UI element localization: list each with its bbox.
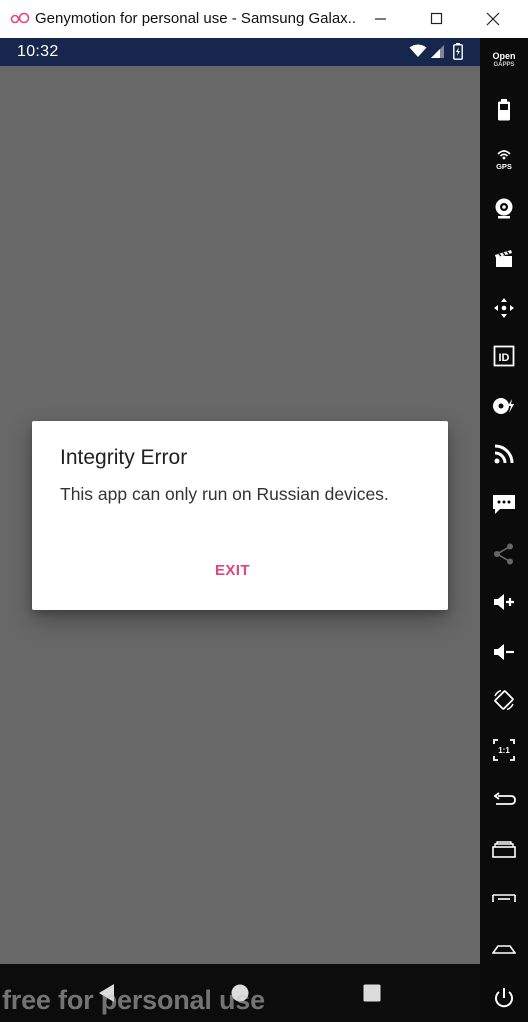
battery-tool-button[interactable] — [480, 90, 528, 130]
rss-icon — [494, 444, 514, 464]
close-button[interactable] — [466, 0, 522, 38]
rotate-icon — [494, 689, 514, 711]
rotate-button[interactable] — [480, 680, 528, 720]
watermark-text: free for personal use — [2, 985, 265, 1015]
battery-icon — [453, 43, 463, 60]
signal-icon — [431, 45, 444, 58]
maximize-button[interactable] — [410, 0, 466, 38]
home-tool-icon — [492, 945, 516, 954]
open-gapps-bottom-label: GAPPS — [493, 62, 515, 68]
android-home-button[interactable] — [480, 930, 528, 970]
device-id-button[interactable]: ID — [480, 336, 528, 376]
network-button[interactable] — [480, 434, 528, 474]
exit-button[interactable]: EXIT — [215, 562, 250, 579]
screencast-button[interactable] — [480, 238, 528, 278]
volume-down-button[interactable] — [480, 632, 528, 672]
move-arrows-icon — [494, 298, 514, 318]
sms-button[interactable] — [480, 484, 528, 524]
id-label: ID — [499, 352, 510, 364]
android-back-button[interactable] — [480, 780, 528, 820]
minimize-button[interactable] — [354, 0, 410, 38]
genymotion-logo-icon — [10, 12, 30, 24]
wifi-icon — [409, 44, 427, 57]
menu-icon — [492, 894, 516, 902]
maximize-icon — [430, 12, 443, 25]
pixel-perfect-button[interactable]: 1:1 — [480, 730, 528, 770]
recent-apps-button[interactable] — [480, 830, 528, 870]
webcam-icon — [495, 198, 513, 219]
status-bar: 10:32 — [0, 38, 480, 66]
gps-label: GPS — [496, 162, 512, 170]
integrity-error-dialog: Integrity Error This app can only run on… — [32, 421, 448, 610]
device-screen[interactable]: 10:32 Integrity Error This app can only … — [0, 38, 480, 1022]
webcam-button[interactable] — [480, 188, 528, 228]
status-time: 10:32 — [17, 43, 59, 60]
genymotion-toolbar: Open GAPPS GPS ID 1:1 — [480, 38, 528, 1022]
move-dpad-button[interactable] — [480, 288, 528, 328]
disk-io-button[interactable] — [480, 386, 528, 426]
volume-up-button[interactable] — [480, 582, 528, 622]
recent-apps-icon[interactable] — [363, 984, 381, 1002]
power-icon — [495, 988, 513, 1008]
window-titlebar: Genymotion for personal use - Samsung Ga… — [0, 0, 528, 39]
clapperboard-icon — [495, 250, 512, 267]
gps-icon: GPS — [496, 150, 512, 170]
gps-button[interactable]: GPS — [480, 138, 528, 178]
dialog-title: Integrity Error — [60, 446, 188, 469]
volume-up-icon — [494, 594, 514, 610]
battery-tool-icon — [498, 99, 510, 121]
share-icon — [494, 543, 513, 565]
back-arrow-icon — [493, 792, 516, 805]
menu-button[interactable] — [480, 880, 528, 920]
open-gapps-icon: Open GAPPS — [490, 52, 518, 70]
close-icon — [486, 12, 500, 26]
minimize-icon — [375, 18, 386, 20]
open-gapps-button[interactable]: Open GAPPS — [480, 44, 528, 84]
recent-apps-tool-icon — [492, 841, 516, 858]
pixel-perfect-label: 1:1 — [498, 746, 510, 755]
window-title: Genymotion for personal use - Samsung Ga… — [35, 10, 357, 27]
disk-bolt-icon — [493, 398, 514, 414]
message-icon — [493, 495, 515, 514]
pixel-perfect-icon: 1:1 — [493, 739, 515, 761]
power-button[interactable] — [480, 978, 528, 1018]
open-gapps-top-label: Open — [492, 51, 516, 61]
share-button[interactable] — [480, 534, 528, 574]
dialog-message: This app can only run on Russian devices… — [60, 484, 389, 504]
volume-down-icon — [494, 644, 514, 660]
id-icon: ID — [493, 345, 515, 367]
